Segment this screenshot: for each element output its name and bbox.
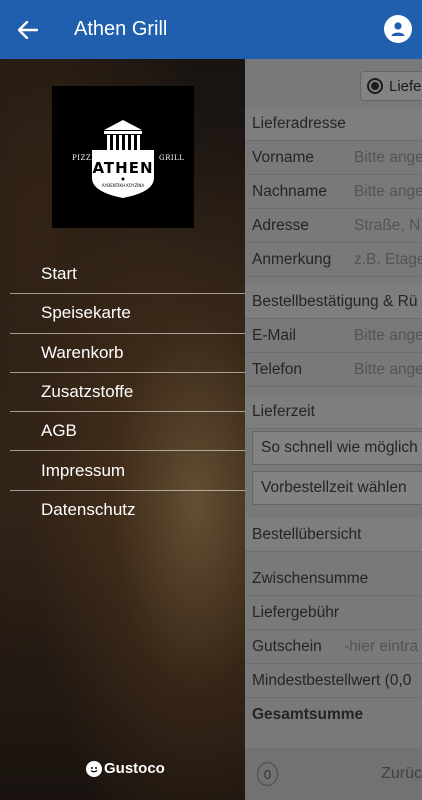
field-placeholder: Bitte ange <box>354 360 422 378</box>
total-row: Gesamtsumme <box>245 698 422 732</box>
address-header: Lieferadresse <box>245 107 422 141</box>
gustoco-logo-icon <box>86 760 102 777</box>
delivery-fee-row: Liefergebühr <box>245 596 422 630</box>
phone-field[interactable]: Telefon Bitte ange <box>245 353 422 387</box>
field-label: Telefon <box>252 360 302 378</box>
voucher-field[interactable]: Gutschein -hier eintra <box>245 630 422 664</box>
row-label: Mindestbestellwert (0,0 <box>252 671 412 689</box>
restaurant-logo: ATHEN ΑΥΘΕΝΤΙΚΗ ΚΟΥΖΙΝΑ PIZZERIA GRILL <box>52 86 194 228</box>
logo-left-text: PIZZERIA <box>72 154 112 162</box>
menu-item-label: Speisekarte <box>41 303 131 323</box>
menu-item-label: Start <box>41 264 77 284</box>
preorder-option[interactable]: Vorbestellzeit wählen <box>252 471 422 505</box>
email-field[interactable]: E-Mail Bitte ange <box>245 319 422 353</box>
menu-item-start[interactable]: Start <box>10 255 245 295</box>
menu-item-impressum[interactable]: Impressum <box>10 451 245 491</box>
menu-item-speisekarte[interactable]: Speisekarte <box>10 294 245 334</box>
gustoco-brand[interactable]: Gustoco <box>86 760 165 777</box>
field-placeholder: Straße, N <box>354 216 421 234</box>
menu-item-warenkorb[interactable]: Warenkorb <box>10 334 245 373</box>
menu-item-label: Impressum <box>41 460 126 480</box>
cart-count-badge: 0 <box>257 762 279 786</box>
radio-selected-icon <box>367 78 383 94</box>
arrow-left-icon <box>18 20 38 39</box>
lastname-field[interactable]: Nachname Bitte ange <box>245 175 422 209</box>
back-text-button[interactable]: Zurüc <box>381 765 422 783</box>
menu-item-label: Warenkorb <box>41 342 124 362</box>
menu-item-agb[interactable]: AGB <box>10 412 245 452</box>
field-placeholder: Bitte ange <box>354 148 422 166</box>
app-bar: Athen Grill <box>0 0 422 59</box>
order-form: Liefe Lieferadresse Vorname Bitte ange Na… <box>245 59 422 800</box>
row-label: Liefergebühr <box>252 603 340 621</box>
back-button[interactable] <box>0 0 56 59</box>
menu-item-datenschutz[interactable]: Datenschutz <box>10 491 245 530</box>
menu-item-label: Zusatzstoffe <box>41 382 134 402</box>
time-header: Lieferzeit <box>245 395 422 429</box>
app-title: Athen Grill <box>74 18 168 40</box>
menu-item-label: AGB <box>41 421 77 441</box>
address-field[interactable]: Adresse Straße, N <box>245 209 422 243</box>
minimum-row: Mindestbestellwert (0,0 <box>245 664 422 698</box>
section-title: Lieferadresse <box>252 114 346 132</box>
drawer-menu: Start Speisekarte Warenkorb Zusatzstoffe… <box>0 255 245 530</box>
logo-tagline: ΑΥΘΕΝΤΙΚΗ ΚΟΥΖΙΝΑ <box>102 183 145 188</box>
menu-item-zusatzstoffe[interactable]: Zusatzstoffe <box>10 373 245 413</box>
field-label: Adresse <box>252 216 309 234</box>
field-placeholder: -hier eintra <box>344 637 419 655</box>
asap-option[interactable]: So schnell wie möglich <box>252 431 422 465</box>
user-icon <box>391 22 405 36</box>
section-title: Lieferzeit <box>252 402 315 420</box>
field-label: Nachname <box>252 182 327 200</box>
athen-grill-logo: ATHEN ΑΥΘΕΝΤΙΚΗ ΚΟΥΖΙΝΑ PIZZERIA GRILL <box>72 120 184 198</box>
note-field[interactable]: Anmerkung z.B. Etage <box>245 243 422 277</box>
option-label: So schnell wie möglich <box>261 439 418 456</box>
cart-bar: 0 Zurüc <box>245 748 422 800</box>
navigation-drawer: ATHEN ΑΥΘΕΝΤΙΚΗ ΚΟΥΖΙΝΑ PIZZERIA GRILL S… <box>0 59 245 800</box>
section-title: Bestellbestätigung & Rü <box>252 292 418 310</box>
delivery-option[interactable]: Liefe <box>360 71 422 101</box>
summary-header: Bestellübersicht <box>245 518 422 552</box>
field-label: Gutschein <box>252 637 322 655</box>
subtotal-row: Zwischensumme <box>245 562 422 596</box>
firstname-field[interactable]: Vorname Bitte ange <box>245 141 422 175</box>
field-placeholder: Bitte ange <box>354 326 422 344</box>
field-placeholder: Bitte ange <box>354 182 422 200</box>
brand-name: Gustoco <box>104 760 165 777</box>
field-label: E-Mail <box>252 326 296 344</box>
field-label: Anmerkung <box>252 250 332 268</box>
confirm-header: Bestellbestätigung & Rü <box>245 285 422 319</box>
row-label: Zwischensumme <box>252 569 369 587</box>
field-label: Vorname <box>252 148 315 166</box>
field-placeholder: z.B. Etage <box>354 250 422 268</box>
account-button[interactable] <box>384 15 412 43</box>
row-label: Gesamtsumme <box>252 706 364 723</box>
option-label: Vorbestellzeit wählen <box>261 479 407 496</box>
delivery-option-label: Liefe <box>389 77 422 95</box>
menu-item-label: Datenschutz <box>41 500 136 520</box>
section-title: Bestellübersicht <box>252 525 362 543</box>
logo-right-text: GRILL <box>159 154 184 162</box>
